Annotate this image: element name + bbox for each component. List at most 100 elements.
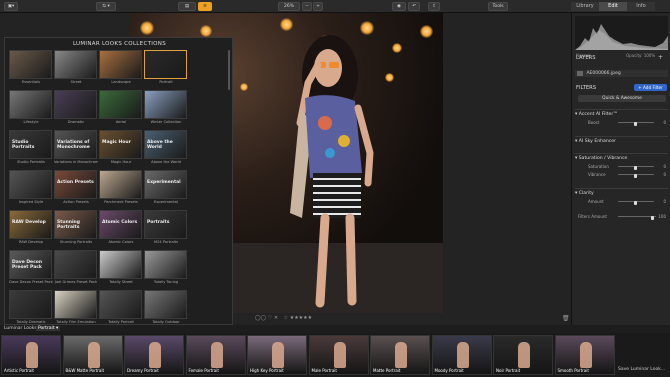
filter-section-header[interactable]: ▾ AI Sky Enhancer [575, 136, 668, 144]
look-collection-item[interactable]: Magic Hour Magic Hour [99, 130, 143, 164]
compare-button[interactable]: ⇆ ▾ [96, 2, 116, 11]
look-collection-item[interactable]: Portraits M24 Portraits [144, 210, 188, 244]
add-filter-button[interactable]: + Add Filter [634, 84, 667, 91]
look-collection-item[interactable]: Landscape [99, 50, 143, 84]
slider-value: 0 [663, 172, 666, 177]
slider-value: 0 [663, 120, 666, 125]
look-collection-label: Totally Film Emulation [56, 320, 96, 324]
look-thumbnail-caption: RAW Develop [12, 220, 46, 225]
preset-preview-figure [518, 342, 530, 368]
image-canvas: ◯◯ ♡ ✕ ☆ ★★★★★ 🗑 LUMINAR LOOKS COLLECTIO… [0, 13, 571, 333]
look-collection-item[interactable]: Totally Film Emulation [54, 290, 98, 324]
filters-amount-label: Filters Amount [578, 214, 607, 219]
filter-section-header[interactable]: ▾ Saturation / Vibrance [575, 153, 668, 161]
zoom-in-button[interactable]: + [313, 2, 323, 11]
tools-menu-button[interactable]: Tools [488, 2, 508, 11]
look-collection-thumbnail [144, 50, 187, 79]
view-menu-button[interactable]: ▣▾ [4, 2, 18, 11]
look-preset-thumbnail[interactable]: Dreamy Portrait [124, 335, 184, 375]
look-preset-thumbnail[interactable]: B&W Matte Portrait [62, 335, 123, 375]
look-preset-label: Female Portrait [188, 368, 219, 373]
look-collection-item[interactable]: Totally Outdoor [144, 290, 188, 324]
look-collection-item[interactable]: Atomic Colors Atomic Colors [99, 210, 143, 244]
look-collection-thumbnail [9, 290, 52, 319]
preset-preview-figure [210, 342, 223, 368]
zoom-out-button[interactable]: − [302, 2, 312, 11]
look-preset-thumbnail[interactable]: Smooth Portrait [554, 335, 615, 375]
look-collection-label: Portrait [159, 80, 173, 84]
flag-icons[interactable]: ◯◯ ♡ ✕ [255, 315, 278, 321]
look-collection-item[interactable]: Above the World Above the World [144, 130, 188, 164]
export-icon[interactable]: ⇪ [428, 2, 440, 11]
look-collection-item[interactable]: Portrait [144, 50, 188, 84]
look-preset-thumbnail[interactable]: Female Portrait [185, 335, 246, 375]
look-preset-label: Smooth Portrait [557, 368, 589, 373]
look-preset-thumbnail[interactable]: Moody Portrait [431, 335, 492, 375]
look-preset-thumbnail[interactable]: Noir Portrait [493, 335, 553, 375]
look-preset-thumbnail[interactable]: Artistic Portrait [1, 335, 61, 375]
look-collection-label: Parchment Presets [104, 200, 138, 204]
look-collection-item[interactable]: Totally Toning [144, 250, 188, 284]
look-collection-thumbnail: RAW Develop [9, 210, 52, 239]
filter-slider[interactable]: Vibrance 0 [578, 172, 666, 178]
add-layer-icon[interactable]: + [658, 54, 663, 61]
filter-slider[interactable]: Saturation 0 [578, 164, 666, 170]
filters-toggle-button[interactable]: ≡ [198, 2, 212, 11]
filters-amount-slider[interactable]: Filters Amount 100 [578, 214, 666, 220]
look-preset-thumbnail[interactable]: Matte Portrait [370, 335, 430, 375]
look-collection-item[interactable]: Dave Decon Preset Pack Dave Decon Preset … [9, 250, 53, 284]
look-collection-thumbnail [54, 90, 97, 119]
workspace-select[interactable]: Quick & Awesome [578, 95, 666, 102]
slider-knob[interactable] [634, 122, 637, 126]
look-collection-item[interactable]: Totally Street [99, 250, 143, 284]
filters-title: FILTERS [576, 85, 597, 91]
look-collection-item[interactable]: Essentials [9, 50, 53, 84]
star-rating[interactable]: ☆ ★★★★★ [284, 315, 312, 321]
tab-library[interactable]: Library [571, 2, 599, 11]
look-collection-item[interactable]: Totally Portrait [99, 290, 143, 324]
look-collection-item[interactable]: Joel Grimes Preset Pack [54, 250, 98, 284]
filter-section-header[interactable]: ▾ Accent AI Filter™ [575, 109, 668, 117]
preview-eye-icon[interactable]: ◉ [392, 2, 406, 11]
look-collection-item[interactable]: Aerial [99, 90, 143, 124]
undo-icon[interactable]: ↶ [408, 2, 420, 11]
look-preset-thumbnail[interactable]: Male Portrait [308, 335, 369, 375]
looks-scrollbar[interactable] [228, 50, 230, 90]
look-collection-label: Stunning Portraits [59, 240, 93, 244]
look-collection-item[interactable]: Dramatic [54, 90, 98, 124]
look-collection-item[interactable]: Street [54, 50, 98, 84]
tab-info[interactable]: Info [627, 2, 655, 11]
opacity-value[interactable]: Opacity: 100% [626, 53, 655, 58]
look-collection-label: Aerial [115, 120, 127, 124]
slider-label: Vibrance [588, 172, 606, 177]
look-collection-item[interactable]: Inspired Style [9, 170, 53, 204]
look-preset-label: Noir Portrait [496, 368, 521, 373]
look-collection-item[interactable]: Studio Portraits Studio Portraits [9, 130, 53, 164]
layer-filename: AE000066.jpeg [586, 71, 621, 76]
trash-icon[interactable]: 🗑 [562, 315, 570, 322]
look-collection-thumbnail [9, 90, 52, 119]
slider-knob[interactable] [634, 201, 637, 205]
look-collection-item[interactable]: Totally Dramatic [9, 290, 53, 324]
slider-knob[interactable] [634, 174, 637, 178]
look-collection-item[interactable]: Experimental Experimental [144, 170, 188, 204]
filter-slider[interactable]: Amount 0 [578, 199, 666, 205]
look-collection-item[interactable]: RAW Develop RAW Develop [9, 210, 53, 244]
sidebar-toggle-button[interactable]: ▤ [178, 2, 196, 11]
look-preset-thumbnail[interactable]: High Key Portrait [247, 335, 307, 375]
look-collection-item[interactable]: Lifestyle [9, 90, 53, 124]
look-collection-item[interactable]: Variations of Monochrome Variations in Mo… [54, 130, 98, 164]
layer-row[interactable]: AE000066.jpeg [575, 70, 668, 77]
filter-slider[interactable]: Boost 0 [578, 120, 666, 126]
look-collection-label: M24 Portraits [154, 240, 178, 244]
look-collection-item[interactable]: Stunning Portraits Stunning Portraits [54, 210, 98, 244]
zoom-select[interactable]: 26% [278, 2, 300, 11]
look-collection-item[interactable]: Parchment Presets [99, 170, 143, 204]
slider-knob[interactable] [634, 166, 637, 170]
filter-section-header[interactable]: ▾ Clarity [575, 188, 668, 196]
tab-edit[interactable]: Edit [599, 2, 627, 11]
looks-category-select[interactable]: Portrait ▾ [36, 326, 61, 331]
look-collection-item[interactable]: Winter Collection [144, 90, 188, 124]
look-collection-item[interactable]: Action Presets Action Presets [54, 170, 98, 204]
save-look-button[interactable]: Save Luminar Look... [618, 367, 665, 372]
